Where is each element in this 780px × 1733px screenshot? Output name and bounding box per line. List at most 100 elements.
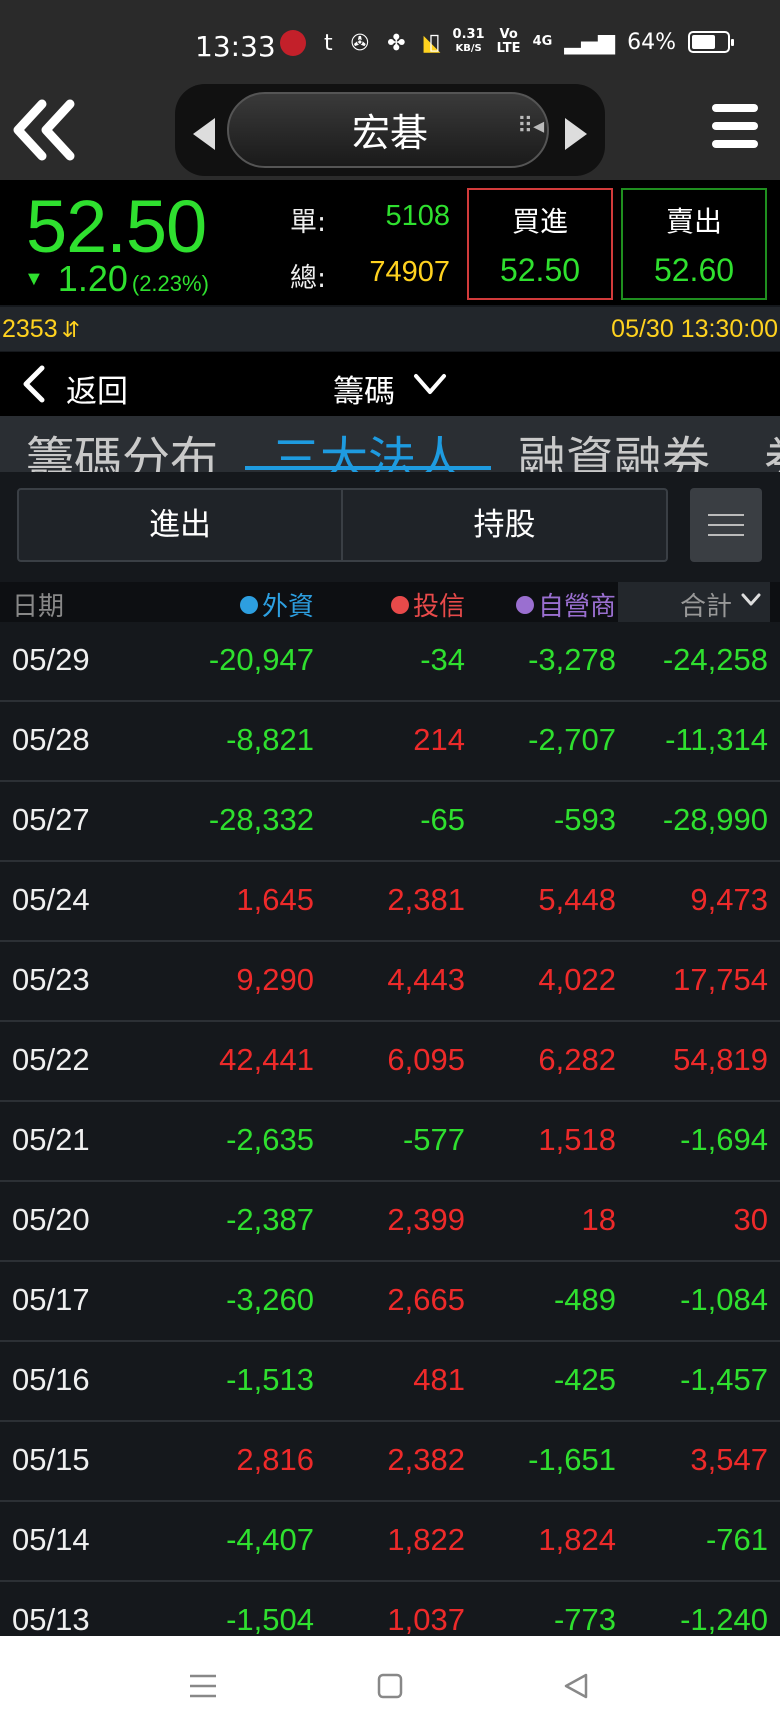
cell-date: 05/21 xyxy=(12,1122,90,1157)
drag-grip-icon[interactable]: ⠿◂ xyxy=(517,114,545,148)
table-row[interactable]: 05/21 -2,635 -577 1,518 -1,694 xyxy=(0,1102,780,1182)
cell-trust: 4,443 xyxy=(387,962,465,997)
col-total-label: 合計 xyxy=(679,592,732,622)
col-dealer-label: 自營商 xyxy=(537,592,616,622)
cell-date: 05/16 xyxy=(12,1362,90,1397)
signal-icon: ▂▄▆ xyxy=(564,29,616,55)
back-link[interactable]: 返回 xyxy=(66,366,128,411)
tab-margin-trading[interactable]: 融資融券 xyxy=(518,420,710,472)
system-indicators: ▯ 0.31 KB/S Vo LTE 4G ▂▄▆ 64% xyxy=(428,28,734,56)
cell-trust: 214 xyxy=(413,722,465,757)
segment-in-out[interactable]: 進出 xyxy=(17,488,343,562)
cell-foreign: 9,290 xyxy=(236,962,314,997)
cell-foreign: -2,635 xyxy=(226,1122,314,1157)
sell-price: 52.60 xyxy=(653,252,735,288)
cell-trust: 1,822 xyxy=(387,1522,465,1557)
table-header: 日期 外資 投信 自營商 合計 xyxy=(0,582,780,622)
stock-code: 2353 ⇵ xyxy=(2,315,80,344)
home-icon[interactable] xyxy=(376,1672,404,1700)
col-date: 日期 xyxy=(12,592,65,622)
col-foreign: 外資 xyxy=(239,586,314,623)
net-speed-value: 0.31 xyxy=(452,27,485,42)
stock-switcher: 宏碁 ⠿◂ xyxy=(175,84,605,176)
stock-code-text: 2353 xyxy=(2,315,58,343)
net-speed: 0.31 KB/S xyxy=(453,28,485,56)
recents-icon[interactable] xyxy=(188,1672,218,1700)
table-row[interactable]: 05/28 -8,821 214 -2,707 -11,314 xyxy=(0,702,780,782)
last-price: 52.50 xyxy=(26,185,207,268)
app-notification-icon xyxy=(280,30,306,56)
cell-total: -24,258 xyxy=(662,642,768,677)
sell-label: 賣出 xyxy=(665,205,722,238)
tab-chip-distribution[interactable]: 籌碼分布 xyxy=(26,420,218,472)
cell-trust: 481 xyxy=(413,1362,465,1397)
table-row[interactable]: 05/13 -1,504 1,037 -773 -1,240 xyxy=(0,1582,780,1636)
table-row[interactable]: 05/14 -4,407 1,822 1,824 -761 xyxy=(0,1502,780,1582)
col-foreign-label: 外資 xyxy=(261,592,314,622)
cell-total: -28,990 xyxy=(662,802,768,837)
table-row[interactable]: 05/20 -2,387 2,399 18 30 xyxy=(0,1182,780,1262)
table-row[interactable]: 05/16 -1,513 481 -425 -1,457 xyxy=(0,1342,780,1422)
cell-date: 05/22 xyxy=(12,1042,90,1077)
cell-date: 05/23 xyxy=(12,962,90,997)
table-row[interactable]: 05/17 -3,260 2,665 -489 -1,084 xyxy=(0,1262,780,1342)
cell-dealer: 18 xyxy=(581,1202,616,1237)
section-selector[interactable]: 籌碼 xyxy=(333,366,395,411)
col-total-selector[interactable]: 合計 xyxy=(618,582,770,622)
sub-navigation: 返回 籌碼 xyxy=(0,352,780,416)
cell-dealer: 4,022 xyxy=(538,962,616,997)
cell-total: 54,819 xyxy=(673,1042,768,1077)
cell-foreign: -28,332 xyxy=(208,802,314,837)
cell-dealer: -1,651 xyxy=(528,1442,616,1477)
cell-foreign: -1,513 xyxy=(226,1362,314,1397)
total-volume-label: 總: xyxy=(290,263,327,294)
col-trust-label: 投信 xyxy=(412,592,465,622)
segment-holdings[interactable]: 持股 xyxy=(343,488,668,562)
tab-three-institutions[interactable]: 三大法人 xyxy=(272,420,464,472)
table-row[interactable]: 05/24 1,645 2,381 5,448 9,473 xyxy=(0,862,780,942)
cell-date: 05/14 xyxy=(12,1522,90,1557)
triangle-right-icon[interactable] xyxy=(565,118,587,150)
app-header: 宏碁 ⠿◂ xyxy=(0,80,780,180)
cell-dealer: -773 xyxy=(553,1602,616,1636)
view-segment: 進出 持股 xyxy=(0,472,780,582)
arrows-icon: ⇵ xyxy=(61,317,81,342)
cell-trust: 2,381 xyxy=(387,882,465,917)
cell-total: 17,754 xyxy=(673,962,768,997)
cell-total: 3,547 xyxy=(690,1442,768,1477)
cell-total: -1,457 xyxy=(680,1362,768,1397)
cell-total: -1,240 xyxy=(680,1602,768,1636)
institutional-table[interactable]: 05/29 -20,947 -34 -3,278 -24,258 05/28 -8,821 2… xyxy=(0,622,780,1636)
table-row[interactable]: 05/23 9,290 4,443 4,022 17,754 xyxy=(0,942,780,1022)
battery-icon xyxy=(688,31,734,53)
cell-date: 05/27 xyxy=(12,802,90,837)
back-chevron-icon[interactable] xyxy=(20,364,46,404)
buy-button[interactable]: 買進 52.50 xyxy=(467,188,613,300)
foreign-dot-icon xyxy=(239,596,258,614)
cell-total: 30 xyxy=(733,1202,768,1237)
tab-more[interactable]: 券 xyxy=(764,420,780,472)
down-triangle-icon: ▼ xyxy=(24,268,44,290)
pinwheel-icon: ✤ xyxy=(387,30,406,56)
chip-category-tabs: 籌碼分布 三大法人 融資融券 券 xyxy=(0,416,780,472)
change-percent: (2.23%) xyxy=(131,271,209,296)
list-icon[interactable] xyxy=(690,488,762,562)
chevron-down-icon[interactable] xyxy=(412,370,448,398)
hamburger-menu-icon[interactable] xyxy=(712,104,758,152)
col-trust: 投信 xyxy=(390,586,465,623)
status-time: 13:33 xyxy=(195,30,276,63)
cell-foreign: -8,821 xyxy=(226,722,314,757)
table-row[interactable]: 05/29 -20,947 -34 -3,278 -24,258 xyxy=(0,622,780,702)
quote-datetime: 05/30 13:30:00 xyxy=(611,315,778,343)
cell-foreign: -3,260 xyxy=(226,1282,314,1317)
col-dealer: 自營商 xyxy=(515,586,616,623)
cell-date: 05/29 xyxy=(12,642,90,677)
table-row[interactable]: 05/15 2,816 2,382 -1,651 3,547 xyxy=(0,1422,780,1502)
sell-button[interactable]: 賣出 52.60 xyxy=(621,188,767,300)
table-row[interactable]: 05/22 42,441 6,095 6,282 54,819 xyxy=(0,1022,780,1102)
active-tab-indicator xyxy=(245,466,491,470)
double-chevron-left-icon[interactable] xyxy=(10,98,80,162)
change-value: 1.20 xyxy=(57,258,128,299)
back-triangle-icon[interactable] xyxy=(562,1672,590,1700)
table-row[interactable]: 05/27 -28,332 -65 -593 -28,990 xyxy=(0,782,780,862)
